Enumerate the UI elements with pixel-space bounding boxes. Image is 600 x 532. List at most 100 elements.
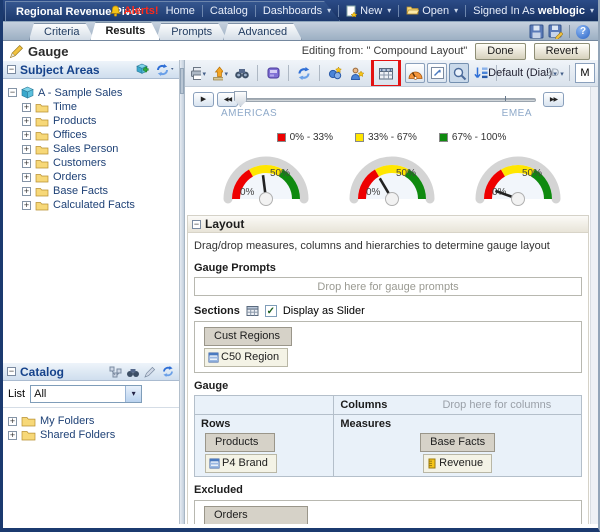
dimension-dropdown[interactable]: 2D (544, 63, 564, 83)
expand-node-icon[interactable] (8, 416, 17, 426)
revert-button[interactable]: Revert (533, 42, 590, 60)
columns-dropzone[interactable]: Columns Drop here for columns (333, 395, 582, 415)
strip-divider (569, 25, 570, 38)
tree-item-base-facts[interactable]: Base Facts (6, 185, 176, 197)
catalog-collapse-icon[interactable] (7, 367, 16, 376)
expand-node-icon[interactable] (22, 144, 31, 154)
search-binoculars-button[interactable] (232, 63, 252, 83)
zoom-button[interactable] (449, 63, 469, 83)
subject-areas-collapse-icon[interactable] (7, 65, 16, 74)
chip-revenue[interactable]: Revenue (423, 454, 493, 473)
print-button[interactable] (188, 63, 208, 83)
export-button[interactable] (210, 63, 230, 83)
tree-item-customers[interactable]: Customers (6, 157, 176, 169)
catalog-edit-icon[interactable] (144, 366, 157, 378)
tree-item-shared-folders[interactable]: Shared Folders (6, 429, 176, 441)
slider-play-button[interactable] (193, 92, 214, 107)
expand-node-icon[interactable] (22, 200, 31, 210)
chip-orders[interactable]: Orders (204, 506, 308, 524)
collapse-node-icon[interactable] (8, 88, 17, 97)
help-icon[interactable] (576, 24, 590, 39)
chip-base-facts[interactable]: Base Facts (420, 433, 496, 452)
catalog-tree-view-icon[interactable] (109, 366, 122, 378)
expand-node-icon[interactable] (22, 186, 31, 196)
edit-container-button[interactable] (427, 63, 447, 83)
chip-products[interactable]: Products (205, 433, 275, 452)
chip-label: Revenue (439, 457, 484, 469)
layout-section-header[interactable]: Layout (188, 216, 588, 233)
refresh-results-button[interactable] (294, 63, 314, 83)
legend-item: 67% - 100% (438, 132, 506, 143)
save-icon[interactable] (529, 24, 544, 39)
save-as-icon[interactable] (548, 24, 563, 39)
slider-next-button[interactable] (543, 92, 564, 107)
tree-item-offices[interactable]: Offices (6, 129, 176, 141)
legend-item: 0% - 33% (276, 132, 333, 143)
nav-divider (254, 4, 256, 17)
vertical-scrollbar[interactable] (590, 87, 598, 524)
more-button[interactable]: M (575, 63, 595, 83)
tab-results[interactable]: Results (90, 22, 160, 40)
nav-divider (201, 4, 203, 17)
signed-in-label: Signed In As (473, 4, 535, 17)
tree-item-time[interactable]: Time (6, 101, 176, 113)
alerts-link[interactable]: Alerts! (109, 5, 159, 17)
expand-node-icon[interactable] (8, 430, 17, 440)
tree-item-label: Shared Folders (40, 429, 116, 441)
tree-item-orders[interactable]: Orders (6, 171, 176, 183)
done-button[interactable]: Done (475, 42, 526, 60)
svg-text:50%: 50% (522, 168, 542, 179)
catalog-list-select[interactable]: All (30, 385, 143, 403)
dashboard-preview-button[interactable] (263, 63, 283, 83)
tree-item-root[interactable]: A - Sample Sales (6, 86, 176, 99)
catalog-search-icon[interactable] (126, 366, 140, 378)
gauge-view-button[interactable] (405, 63, 425, 83)
new-calculated-item-button[interactable] (347, 63, 367, 83)
edit-pencil-icon (9, 44, 23, 58)
svg-text:50%: 50% (270, 168, 290, 179)
catalog-refresh-icon[interactable] (161, 365, 175, 378)
display-as-slider-checkbox[interactable] (264, 305, 277, 317)
nav-catalog[interactable]: Catalog (210, 5, 248, 17)
chip-c50-region[interactable]: C50 Region (204, 348, 289, 367)
sections-properties-icon[interactable] (246, 305, 259, 317)
tree-item-calculated-facts[interactable]: Calculated Facts (6, 199, 176, 211)
splitter-grip[interactable] (180, 68, 184, 94)
folder-icon (21, 417, 36, 427)
nav-home[interactable]: Home (166, 5, 195, 17)
gauge-prompts-dropzone[interactable]: Drop here for gauge prompts (194, 277, 582, 296)
chip-p4-brand[interactable]: P4 Brand (205, 454, 277, 473)
view-properties-button[interactable] (376, 63, 396, 83)
tab-prompts[interactable]: Prompts (156, 23, 227, 40)
expand-node-icon[interactable] (22, 158, 31, 168)
tree-item-my-folders[interactable]: My Folders (6, 415, 176, 427)
expand-node-icon[interactable] (22, 116, 31, 126)
slider-track[interactable] (241, 98, 536, 102)
dial-gauge: 50% 0% (223, 156, 308, 206)
nav-new-menu[interactable]: New (346, 5, 391, 17)
dial-gauge: 50% 0% (349, 156, 434, 206)
list-label: List (8, 388, 26, 400)
nav-dashboards-menu[interactable]: Dashboards (263, 5, 331, 17)
expand-node-icon[interactable] (22, 130, 31, 140)
add-subject-area-icon[interactable] (136, 63, 151, 77)
tree-item-products[interactable]: Products (6, 115, 176, 127)
sections-dropzone[interactable]: Cust Regions C50 Region (194, 321, 582, 373)
tab-criteria[interactable]: Criteria (29, 23, 94, 40)
tree-item-sales-person[interactable]: Sales Person (6, 143, 176, 155)
tree-item-label: Orders (53, 171, 87, 183)
tab-advanced[interactable]: Advanced (223, 23, 302, 40)
signed-in-menu[interactable]: Signed In As weblogic (473, 5, 594, 17)
rows-dropzone[interactable]: Rows Products P4 Brand (193, 414, 335, 477)
refresh-subject-areas-icon[interactable] (155, 63, 175, 77)
new-group-button[interactable] (325, 63, 345, 83)
layout-collapse-icon[interactable] (192, 219, 201, 229)
expand-node-icon[interactable] (22, 172, 31, 182)
nav-open-menu[interactable]: Open (406, 5, 458, 17)
gauge-style-dropdown[interactable]: Default (Dial) (488, 63, 552, 83)
layout-description: Drag/drop measures, columns and hierarch… (194, 240, 550, 252)
excluded-dropzone[interactable]: Orders Orders Hierarchy (194, 500, 582, 524)
expand-node-icon[interactable] (22, 102, 31, 112)
chip-cust-regions[interactable]: Cust Regions (204, 327, 292, 346)
measures-dropzone[interactable]: Measures Base Facts Revenue (333, 414, 582, 477)
